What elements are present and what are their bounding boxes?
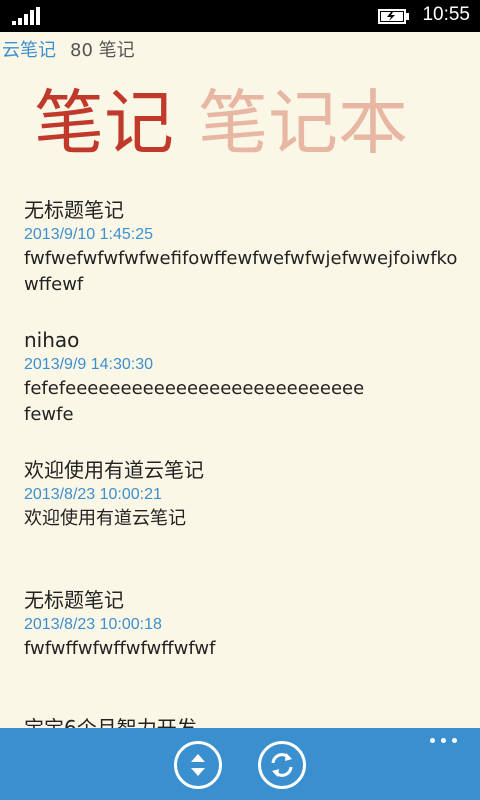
tab-notes[interactable]: 笔记 [34, 78, 174, 168]
note-body: fefefeeeeeeeeeeeeeeeeeeeeeeeeeee fewfe [24, 378, 365, 425]
battery-charging-icon [378, 9, 409, 24]
note-body: 欢迎使用有道云笔记 [24, 508, 186, 529]
note-item[interactable]: nihao 2013/9/9 14:30:30 fefefeeeeeeeeeee… [24, 326, 464, 428]
sort-icon [191, 754, 205, 776]
tab-notebooks[interactable]: 笔记本 [198, 78, 408, 168]
sync-button[interactable] [258, 741, 306, 789]
signal-icon [12, 7, 40, 25]
note-body: fwfwffwfwffwfwffwfwf [24, 638, 216, 659]
clock: 10:55 [422, 4, 470, 25]
note-title: 无标题笔记 [24, 198, 124, 222]
note-title: 无标题笔记 [24, 588, 124, 612]
sync-icon [271, 753, 293, 777]
app-name[interactable]: 云笔记 [2, 40, 56, 61]
note-date: 2013/8/23 10:00:21 [24, 486, 162, 503]
note-item[interactable]: 宝宝6个月智力开发 [24, 714, 464, 728]
note-title: 欢迎使用有道云笔记 [24, 458, 204, 482]
note-body: fwfwefwfwfwfwefifowffewfwefwfwjefwwejfoi… [24, 248, 458, 295]
note-date: 2013/8/23 10:00:18 [24, 616, 162, 633]
note-count: 80 笔记 [70, 40, 135, 61]
notes-list: 无标题笔记 2013/9/10 1:45:25 fwfwefwfwfwfwefi… [24, 196, 464, 728]
note-title: nihao [24, 328, 80, 352]
app-header: 云笔记 80 笔记 [2, 36, 135, 61]
note-item[interactable]: 无标题笔记 2013/9/10 1:45:25 fwfwefwfwfwfwefi… [24, 196, 464, 298]
sort-button[interactable] [174, 741, 222, 789]
pivot-header: 笔记 笔记本 [34, 78, 408, 168]
note-date: 2013/9/10 1:45:25 [24, 226, 154, 243]
status-bar: 10:55 [0, 0, 480, 32]
note-date: 2013/9/9 14:30:30 [24, 356, 154, 373]
note-item[interactable]: 欢迎使用有道云笔记 2013/8/23 10:00:21 欢迎使用有道云笔记 [24, 456, 464, 532]
note-title: 宝宝6个月智力开发 [24, 716, 197, 728]
app-bar [0, 728, 480, 800]
note-item[interactable]: 无标题笔记 2013/8/23 10:00:18 fwfwffwfwffwfwf… [24, 586, 464, 662]
more-icon[interactable] [430, 738, 460, 746]
